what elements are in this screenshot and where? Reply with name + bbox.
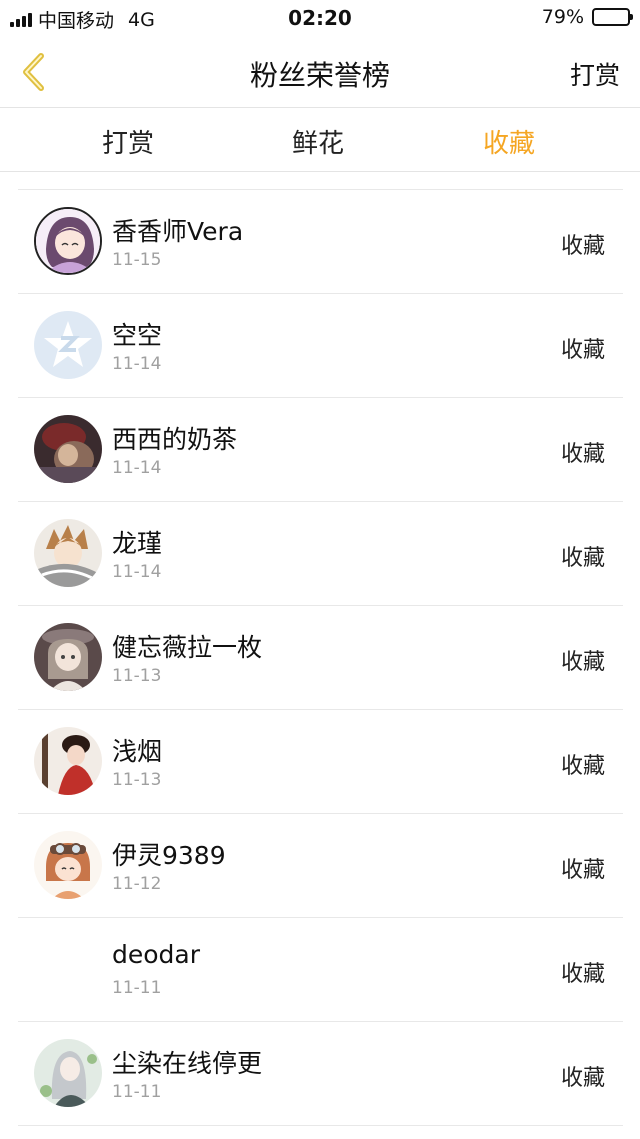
list-item[interactable]: 健忘薇拉一枚 11-13 收藏 bbox=[18, 606, 623, 710]
tab-flowers[interactable]: 鲜花 bbox=[292, 123, 344, 160]
fan-date: 11-14 bbox=[112, 354, 162, 374]
page-title: 粉丝荣誉榜 bbox=[249, 59, 390, 92]
fan-date: 11-13 bbox=[112, 666, 162, 686]
avatar bbox=[34, 1039, 102, 1107]
fan-name: 尘染在线停更 bbox=[112, 1049, 263, 1078]
list-item[interactable]: deodar 11-11 收藏 bbox=[18, 918, 623, 1022]
fan-name: 龙瑾 bbox=[112, 529, 163, 558]
avatar bbox=[34, 207, 102, 275]
fan-date: 11-15 bbox=[112, 250, 162, 270]
avatar bbox=[34, 727, 102, 795]
avatar bbox=[34, 831, 102, 899]
avatar bbox=[34, 519, 102, 587]
favorite-label: 收藏 bbox=[560, 962, 605, 987]
fan-date: 11-13 bbox=[112, 770, 162, 790]
favorite-label: 收藏 bbox=[560, 234, 605, 259]
avatar bbox=[34, 935, 102, 1003]
list-item[interactable]: 空空 11-14 收藏 bbox=[18, 294, 623, 398]
favorite-label: 收藏 bbox=[560, 442, 605, 467]
tab-bar: 打赏 鲜花 收藏 bbox=[0, 108, 640, 172]
fan-name: 浅烟 bbox=[112, 737, 163, 766]
fan-name: 伊灵9389 bbox=[112, 841, 226, 870]
favorite-label: 收藏 bbox=[560, 338, 605, 363]
fan-date: 11-11 bbox=[112, 978, 162, 998]
avatar bbox=[34, 415, 102, 483]
list-item[interactable]: 西西的奶茶 11-14 收藏 bbox=[18, 398, 623, 502]
fan-name: 健忘薇拉一枚 bbox=[112, 633, 263, 662]
fan-date: 11-12 bbox=[112, 874, 162, 894]
list-item[interactable]: 浅烟 11-13 收藏 bbox=[18, 710, 623, 814]
favorite-label: 收藏 bbox=[560, 1066, 605, 1091]
battery-icon bbox=[592, 8, 633, 26]
favorite-label: 收藏 bbox=[560, 754, 605, 779]
reward-button[interactable]: 打赏 bbox=[570, 56, 620, 92]
battery-percent: 79% bbox=[541, 6, 584, 28]
avatar bbox=[34, 623, 102, 691]
fan-list: 香香师Vera 11-15 收藏 空空 11-14 收藏 西西的奶茶 11-14… bbox=[18, 189, 623, 1126]
fan-name: 西西的奶茶 bbox=[112, 425, 238, 454]
fan-name: 空空 bbox=[112, 321, 163, 350]
nav-bar: 粉丝荣誉榜 打赏 bbox=[0, 36, 640, 108]
fan-name: deodar bbox=[112, 940, 201, 969]
list-item[interactable]: 伊灵9389 11-12 收藏 bbox=[18, 814, 623, 918]
status-bar: 中国移动 4G 02:20 79% bbox=[0, 0, 640, 36]
fan-date: 11-14 bbox=[112, 562, 162, 582]
tab-favorites[interactable]: 收藏 bbox=[483, 123, 535, 160]
list-item[interactable]: 龙瑾 11-14 收藏 bbox=[18, 502, 623, 606]
favorite-label: 收藏 bbox=[560, 650, 605, 675]
fan-date: 11-14 bbox=[112, 458, 162, 478]
tab-reward[interactable]: 打赏 bbox=[102, 123, 154, 160]
list-item[interactable]: 尘染在线停更 11-11 收藏 bbox=[18, 1022, 623, 1126]
list-item[interactable]: 香香师Vera 11-15 收藏 bbox=[18, 190, 623, 294]
status-bar-right: 79% bbox=[541, 6, 633, 28]
favorite-label: 收藏 bbox=[560, 858, 605, 883]
fan-date: 11-11 bbox=[112, 1082, 162, 1102]
favorite-label: 收藏 bbox=[560, 546, 605, 571]
fan-name: 香香师Vera bbox=[112, 217, 244, 246]
avatar bbox=[34, 311, 102, 379]
